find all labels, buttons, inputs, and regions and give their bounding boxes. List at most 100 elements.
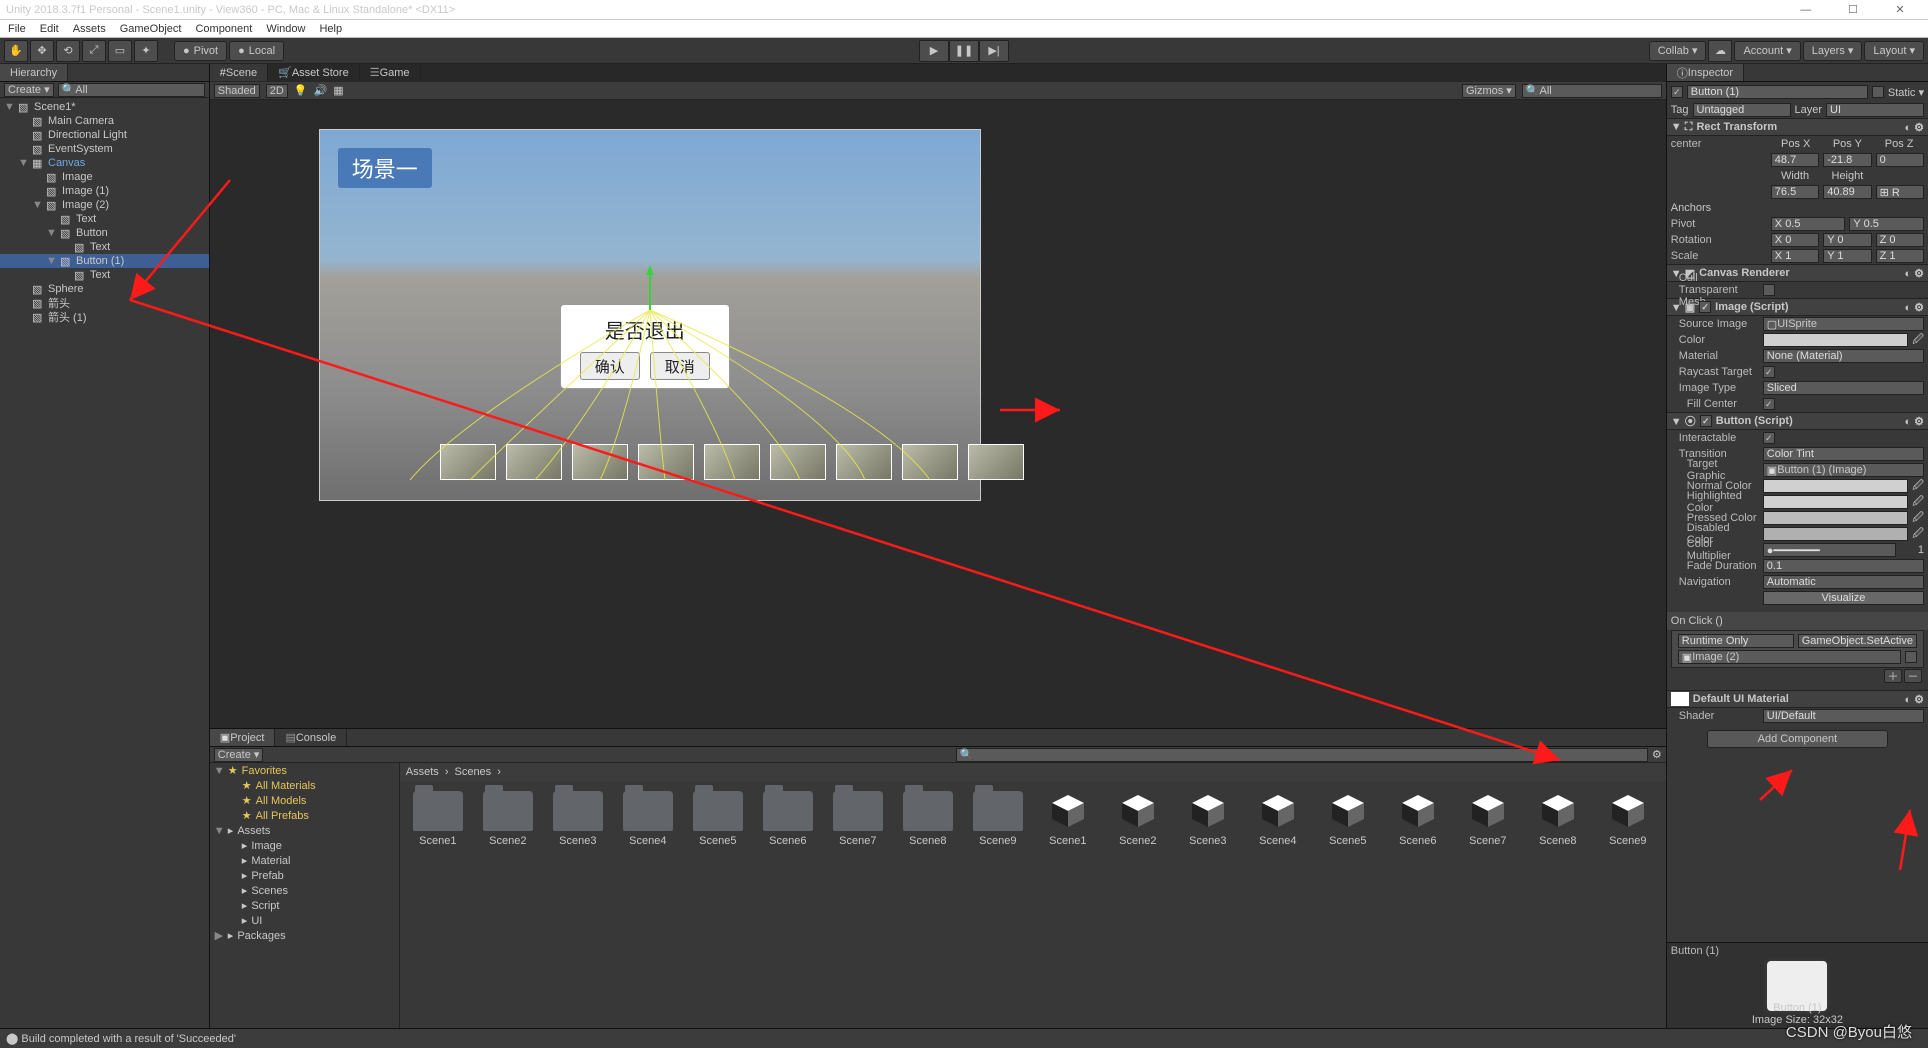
filter-icon[interactable]: ⚙: [1652, 748, 1662, 761]
thumbnail[interactable]: [440, 444, 496, 480]
tab-scene[interactable]: # Scene: [210, 64, 268, 81]
hierarchy-node[interactable]: ▧Sphere: [0, 282, 209, 296]
hierarchy-node[interactable]: ▼▦Canvas: [0, 156, 209, 170]
folder-item[interactable]: Scene8: [900, 791, 956, 847]
raycast-checkbox[interactable]: ✓: [1763, 366, 1775, 378]
menu-file[interactable]: File: [8, 23, 26, 35]
layers-dropdown[interactable]: Layers ▾: [1803, 41, 1863, 61]
project-tree-node[interactable]: ▸ Scenes: [210, 883, 399, 898]
pivot-x-field[interactable]: X 0.5: [1771, 217, 1846, 231]
thumbnail[interactable]: [902, 444, 958, 480]
project-tree-node[interactable]: ▸ UI: [210, 913, 399, 928]
tab-console[interactable]: ▤ Console: [275, 729, 347, 746]
scene-asset[interactable]: Scene4: [1250, 791, 1306, 847]
pivot-toggle[interactable]: ● Pivot: [174, 41, 227, 61]
layer-dropdown[interactable]: UI: [1826, 103, 1924, 117]
thumbnail[interactable]: [704, 444, 760, 480]
material-field[interactable]: None (Material): [1763, 349, 1924, 363]
source-image-field[interactable]: ▢ UISprite: [1763, 317, 1924, 331]
project-search[interactable]: 🔍: [956, 748, 1648, 762]
posy-field[interactable]: -21.8: [1823, 153, 1871, 167]
onclick-bool-checkbox[interactable]: [1905, 651, 1917, 663]
shader-dropdown[interactable]: UI/Default: [1763, 709, 1924, 723]
asset-grid[interactable]: Scene1Scene2Scene3Scene4Scene5Scene6Scen…: [400, 781, 1666, 1028]
shaded-dropdown[interactable]: Shaded: [214, 84, 260, 98]
folder-item[interactable]: Scene2: [480, 791, 536, 847]
scale-y-field[interactable]: Y 1: [1823, 249, 1871, 263]
pressed-color-field[interactable]: [1763, 511, 1908, 525]
menu-window[interactable]: Window: [266, 23, 305, 35]
menu-edit[interactable]: Edit: [40, 23, 59, 35]
fill-center-checkbox[interactable]: ✓: [1763, 398, 1775, 410]
folder-item[interactable]: Scene1: [410, 791, 466, 847]
folder-item[interactable]: Scene4: [620, 791, 676, 847]
onclick-target-field[interactable]: ▣ Image (2): [1678, 650, 1901, 664]
hierarchy-node[interactable]: ▼▧Scene1*: [0, 100, 209, 114]
collab-dropdown[interactable]: Collab ▾: [1649, 41, 1707, 61]
pivot-y-field[interactable]: Y 0.5: [1849, 217, 1924, 231]
hierarchy-node[interactable]: ▧箭头 (1): [0, 310, 209, 324]
hierarchy-create-dropdown[interactable]: Create ▾: [4, 83, 54, 97]
hierarchy-search[interactable]: 🔍 All: [58, 83, 205, 97]
hierarchy-node[interactable]: ▼▧Button: [0, 226, 209, 240]
hierarchy-node[interactable]: ▧Text: [0, 212, 209, 226]
pause-button[interactable]: ❚❚: [949, 40, 979, 62]
runtime-dropdown[interactable]: Runtime Only: [1678, 634, 1794, 648]
project-tree-node[interactable]: ▸ Prefab: [210, 868, 399, 883]
hierarchy-node[interactable]: ▼▧Button (1): [0, 254, 209, 268]
account-dropdown[interactable]: Account ▾: [1734, 41, 1800, 61]
hierarchy-node[interactable]: ▧EventSystem: [0, 142, 209, 156]
highlighted-color-field[interactable]: [1763, 495, 1908, 509]
tab-game[interactable]: ☰ Game: [360, 64, 421, 81]
local-toggle[interactable]: ● Local: [229, 41, 284, 61]
scale-tool-button[interactable]: ⤢: [82, 40, 106, 62]
scene-asset[interactable]: Scene9: [1600, 791, 1656, 847]
folder-item[interactable]: Scene7: [830, 791, 886, 847]
menu-component[interactable]: Component: [195, 23, 252, 35]
folder-item[interactable]: Scene5: [690, 791, 746, 847]
transition-dropdown[interactable]: Color Tint: [1763, 447, 1924, 461]
onclick-add-button[interactable]: ＋: [1884, 669, 1902, 683]
project-tree-node[interactable]: ▶▸ Packages: [210, 928, 399, 943]
posz-field[interactable]: 0: [1876, 153, 1924, 167]
project-create-dropdown[interactable]: Create ▾: [214, 748, 264, 762]
audio-icon[interactable]: 🔊: [314, 84, 328, 97]
scene-view[interactable]: 场景一 是否退出 确认 取消: [210, 100, 1666, 728]
project-tree-node[interactable]: ▼▸ Assets: [210, 823, 399, 838]
fade-duration-field[interactable]: 0.1: [1763, 559, 1924, 573]
menu-help[interactable]: Help: [319, 23, 342, 35]
hierarchy-tree[interactable]: ▼▧Scene1*▧Main Camera▧Directional Light▧…: [0, 98, 209, 1028]
layout-dropdown[interactable]: Layout ▾: [1864, 41, 1924, 61]
folder-item[interactable]: Scene9: [970, 791, 1026, 847]
move-tool-button[interactable]: ✥: [30, 40, 54, 62]
hierarchy-node[interactable]: ▧Main Camera: [0, 114, 209, 128]
maximize-button[interactable]: ☐: [1831, 3, 1875, 16]
minimize-button[interactable]: —: [1784, 4, 1828, 16]
close-button[interactable]: ✕: [1878, 3, 1922, 16]
rot-z-field[interactable]: Z 0: [1876, 233, 1924, 247]
onclick-remove-button[interactable]: －: [1904, 669, 1922, 683]
interactable-checkbox[interactable]: ✓: [1763, 432, 1775, 444]
project-tree-node[interactable]: ▸ Image: [210, 838, 399, 853]
scene-asset[interactable]: Scene1: [1040, 791, 1096, 847]
step-button[interactable]: ▶|: [979, 40, 1009, 62]
visualize-button[interactable]: Visualize: [1763, 591, 1924, 605]
transform-tool-button[interactable]: ✦: [134, 40, 158, 62]
tag-dropdown[interactable]: Untagged: [1693, 103, 1791, 117]
lighting-icon[interactable]: 💡: [294, 84, 308, 97]
tab-inspector[interactable]: ⓘ Inspector: [1667, 64, 1744, 81]
hand-tool-button[interactable]: ✋: [4, 40, 28, 62]
fx-icon[interactable]: ▦: [333, 84, 343, 97]
anchors-foldout[interactable]: Anchors: [1671, 202, 1711, 214]
folder-item[interactable]: Scene3: [550, 791, 606, 847]
project-tree-node[interactable]: ▼★ Favorites: [210, 763, 399, 778]
project-tree-node[interactable]: ★ All Materials: [210, 778, 399, 793]
cloud-button[interactable]: ☁: [1708, 40, 1732, 62]
project-tree-node[interactable]: ★ All Models: [210, 793, 399, 808]
breadcrumb[interactable]: Assets › Scenes ›: [400, 763, 1666, 781]
thumbnail[interactable]: [968, 444, 1024, 480]
height-field[interactable]: 40.89: [1823, 185, 1871, 199]
color-field[interactable]: [1763, 333, 1908, 347]
posx-field[interactable]: 48.7: [1771, 153, 1819, 167]
menu-gameobject[interactable]: GameObject: [120, 23, 182, 35]
